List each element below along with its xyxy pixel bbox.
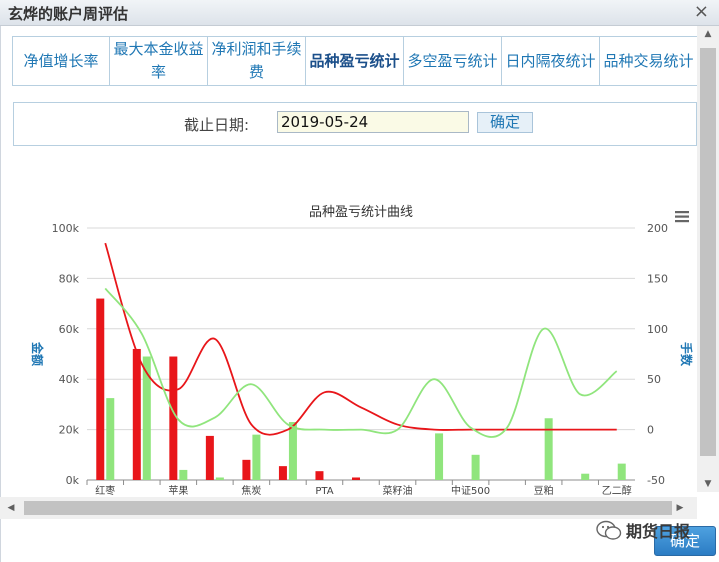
tab-symbol-pnl[interactable]: 品种盈亏统计 [306, 37, 404, 85]
tab-nav-growth[interactable]: 净值增长率 [12, 37, 110, 85]
x-tick-label: PTA [315, 486, 333, 497]
bar-profit [215, 477, 224, 480]
bar-loss [278, 466, 287, 480]
window-titlebar: 玄烨的账户周评估 × [0, 0, 719, 26]
x-tick-label: 中证500 [451, 484, 490, 497]
bar-loss [132, 348, 141, 480]
bar-profit [179, 469, 188, 480]
bar-profit [617, 463, 626, 480]
x-tick-label: 红枣 [95, 484, 115, 497]
x-tick-label: 乙二醇 [602, 484, 632, 497]
vertical-scrollbar[interactable]: ▲ ▼ [697, 26, 719, 492]
bar-profit [252, 434, 261, 480]
end-date-input[interactable] [277, 111, 469, 133]
x-tick-label: 焦炭 [241, 484, 261, 497]
scroll-down-icon[interactable]: ▼ [697, 476, 719, 492]
y-left-tick-label: 80k [59, 272, 80, 285]
scroll-right-icon[interactable]: ▶ [671, 497, 689, 519]
y-right-tick-label: 50 [647, 373, 661, 386]
content-area: 净值增长率 最大本金收益率 净利润和手续费 品种盈亏统计 多空盈亏统计 日内隔夜… [6, 34, 698, 522]
y-right-tick-label: -50 [647, 474, 665, 487]
window-title: 玄烨的账户周评估 [8, 5, 129, 23]
y-left-tick-label: 20k [59, 424, 80, 437]
tab-max-principal-return[interactable]: 最大本金收益率 [110, 37, 208, 85]
vertical-scroll-thumb[interactable] [700, 48, 716, 456]
x-tick-label: 苹果 [168, 484, 188, 497]
close-icon[interactable]: × [694, 1, 709, 22]
y-right-tick-label: 0 [647, 424, 654, 437]
bar-profit [544, 418, 553, 480]
bar-loss [242, 459, 251, 480]
y-right-tick-label: 100 [647, 323, 668, 336]
hamburger-menu-icon [675, 215, 689, 218]
y-left-axis-title: 金额 [30, 341, 45, 366]
bar-loss [205, 435, 214, 480]
scroll-up-icon[interactable]: ▲ [697, 26, 719, 42]
bar-loss [315, 471, 324, 480]
dialog-body: 净值增长率 最大本金收益率 净利润和手续费 品种盈亏统计 多空盈亏统计 日内隔夜… [0, 26, 719, 562]
horizontal-scrollbar[interactable]: ◀ ▶ [0, 497, 697, 519]
hamburger-menu-icon [675, 220, 689, 223]
bar-profit [581, 473, 590, 480]
tab-intraday-overnight[interactable]: 日内隔夜统计 [502, 37, 600, 85]
y-left-tick-label: 40k [59, 373, 80, 386]
x-tick-label: 豆粕 [534, 484, 554, 497]
chart-svg: 品种盈亏统计曲线 0k 20k 40k 60k 80k 100k -50 0 50 100 150 20… [30, 205, 694, 513]
series-line-loss [104, 242, 617, 436]
bar-profit [471, 454, 480, 480]
date-confirm-button[interactable]: 确定 [477, 112, 533, 133]
y-left-tick-label: 60k [59, 323, 80, 336]
y-right-axis-title: 手数 [679, 342, 694, 367]
tab-symbol-trades[interactable]: 品种交易统计 [600, 37, 698, 85]
tab-bar: 净值增长率 最大本金收益率 净利润和手续费 品种盈亏统计 多空盈亏统计 日内隔夜… [12, 36, 698, 86]
chart-title: 品种盈亏统计曲线 [309, 205, 413, 220]
bar-profit [435, 433, 444, 480]
date-filter-bar: 截止日期: 确定 [13, 102, 697, 146]
pnl-chart: 品种盈亏统计曲线 0k 20k 40k 60k 80k 100k -50 0 50 100 150 20… [6, 166, 698, 522]
y-right-tick-label: 150 [647, 272, 668, 285]
scroll-left-icon[interactable]: ◀ [2, 497, 20, 519]
y-right-tick-label: 200 [647, 222, 668, 235]
bar-profit [288, 422, 297, 480]
series-line-profit [104, 287, 618, 438]
end-date-label: 截止日期: [184, 116, 250, 134]
bar-profit [106, 398, 115, 480]
bar-loss [169, 356, 178, 480]
x-tick-label: 菜籽油 [383, 484, 413, 497]
tab-long-short-pnl[interactable]: 多空盈亏统计 [404, 37, 502, 85]
bar-profit [142, 356, 151, 480]
y-left-tick-label: 0k [66, 474, 80, 487]
bar-loss [96, 298, 105, 480]
tab-net-profit-fees[interactable]: 净利润和手续费 [208, 37, 306, 85]
y-left-tick-label: 100k [52, 222, 80, 235]
dialog-ok-button[interactable]: 确定 [654, 526, 716, 556]
hamburger-menu-icon [675, 211, 689, 214]
horizontal-scroll-thumb[interactable] [24, 501, 672, 515]
bar-loss [352, 477, 360, 480]
